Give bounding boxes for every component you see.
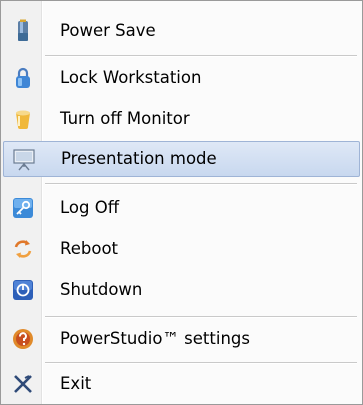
menu-item-lock-workstation[interactable]: Lock Workstation: [3, 60, 360, 96]
menu-item-label: Power Save: [60, 21, 156, 41]
menu-item-presentation-mode[interactable]: Presentation mode: [3, 141, 360, 177]
menu-item-label: Presentation mode: [61, 149, 217, 169]
menu-item-power-save[interactable]: Power Save: [3, 13, 360, 49]
battery-icon: [11, 19, 35, 43]
menu-item-reboot[interactable]: Reboot: [3, 231, 360, 267]
menu-item-label: Lock Workstation: [60, 68, 202, 88]
key-icon: [11, 196, 35, 220]
settings-icon: [11, 327, 35, 351]
menu-separator: [45, 362, 357, 364]
exit-x-icon: [11, 372, 35, 396]
cup-icon: [11, 107, 35, 131]
power-icon: [11, 278, 35, 302]
menu-item-label: Shutdown: [60, 280, 143, 300]
menu-item-label: Exit: [60, 374, 92, 394]
menu-separator: [45, 55, 357, 57]
menu-item-label: Turn off Monitor: [60, 109, 190, 129]
menu-item-exit[interactable]: Exit: [3, 366, 360, 402]
menu-item-log-off[interactable]: Log Off: [3, 190, 360, 226]
lock-icon: [11, 66, 35, 90]
menu-item-label: PowerStudio™ settings: [60, 329, 250, 349]
context-menu: Power Save Lock Workstation Turn off Mon…: [0, 0, 363, 405]
presentation-icon: [12, 147, 36, 171]
menu-item-turn-off-monitor[interactable]: Turn off Monitor: [3, 101, 360, 137]
menu-item-label: Reboot: [60, 239, 119, 259]
reboot-arrows-icon: [11, 237, 35, 261]
menu-item-powerstudio-settings[interactable]: PowerStudio™ settings: [3, 321, 360, 357]
menu-separator: [45, 183, 357, 185]
menu-item-shutdown[interactable]: Shutdown: [3, 272, 360, 308]
menu-item-label: Log Off: [60, 198, 120, 218]
menu-separator: [45, 316, 357, 318]
